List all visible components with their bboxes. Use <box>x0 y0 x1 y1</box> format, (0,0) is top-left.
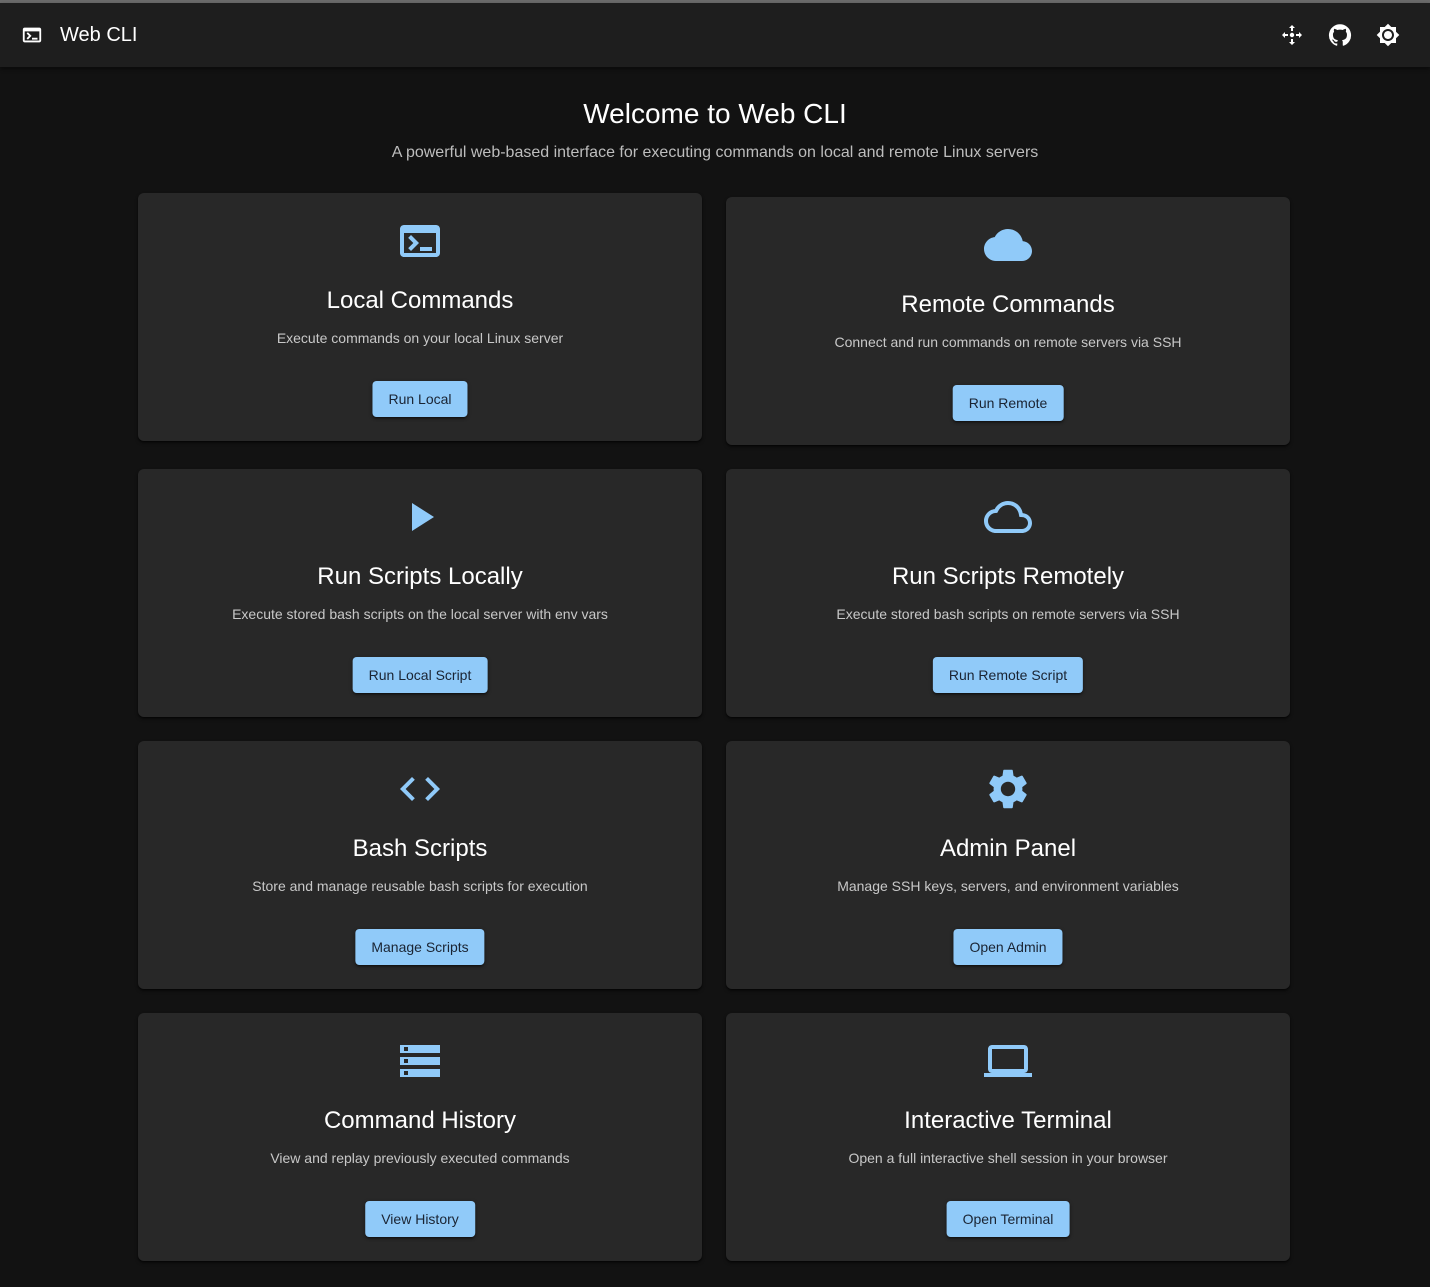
open-terminal-button[interactable]: Open Terminal <box>946 1201 1070 1237</box>
cloud-icon <box>984 221 1032 269</box>
card-title: Remote Commands <box>901 291 1115 318</box>
run-remote-button[interactable]: Run Remote <box>952 385 1064 421</box>
card-description: Connect and run commands on remote serve… <box>834 334 1182 350</box>
admin-panel-card: Admin Panel Manage SSH keys, servers, an… <box>726 741 1290 989</box>
run-scripts-locally-card: Run Scripts Locally Execute stored bash … <box>138 469 702 717</box>
arrows-move-icon <box>1280 23 1304 47</box>
page-title: Welcome to Web CLI <box>583 98 847 129</box>
card-description: Execute stored bash scripts on the local… <box>232 606 608 622</box>
run-scripts-remotely-card: Run Scripts Remotely Execute stored bash… <box>726 469 1290 717</box>
card-title: Run Scripts Remotely <box>891 563 1125 590</box>
card-title: Bash Scripts <box>352 835 488 862</box>
run-local-button[interactable]: Run Local <box>372 381 468 417</box>
run-remote-script-button[interactable]: Run Remote Script <box>932 657 1084 693</box>
card-title: Run Scripts Locally <box>317 563 523 590</box>
command-history-card: Command History View and replay previous… <box>138 1013 702 1261</box>
card-description: View and replay previously executed comm… <box>270 1150 570 1166</box>
github-icon <box>1328 23 1352 47</box>
theme-toggle-button[interactable] <box>1368 15 1408 55</box>
card-title: Interactive Terminal <box>904 1107 1112 1134</box>
storage-list-icon <box>396 1037 444 1085</box>
card-title: Admin Panel <box>939 835 1077 862</box>
github-icon-button[interactable] <box>1320 15 1360 55</box>
gear-icon <box>984 765 1032 813</box>
card-description: Store and manage reusable bash scripts f… <box>252 878 588 894</box>
card-description: Execute stored bash scripts on remote se… <box>836 606 1180 622</box>
laptop-icon <box>984 1037 1032 1085</box>
interactive-terminal-card: Interactive Terminal Open a full interac… <box>726 1013 1290 1261</box>
bash-scripts-card: Bash Scripts Store and manage reusable b… <box>138 741 702 989</box>
app-bar: Web CLI <box>0 3 1430 67</box>
page-subtitle: A powerful web-based interface for execu… <box>391 144 1039 161</box>
remote-commands-card: Remote Commands Connect and run commands… <box>726 197 1290 445</box>
play-icon <box>396 493 444 541</box>
move-icon-button[interactable] <box>1272 15 1312 55</box>
terminal-icon <box>21 23 43 47</box>
run-local-script-button[interactable]: Run Local Script <box>352 657 488 693</box>
app-title: Web CLI <box>60 24 138 46</box>
code-icon <box>396 765 444 813</box>
brightness-icon <box>1376 23 1400 47</box>
card-title: Local Commands <box>326 287 514 314</box>
view-history-button[interactable]: View History <box>365 1201 475 1237</box>
card-description: Execute commands on your local Linux ser… <box>276 330 564 346</box>
open-admin-button[interactable]: Open Admin <box>953 929 1063 965</box>
cloud-outline-icon <box>984 493 1032 541</box>
terminal-icon <box>396 217 444 265</box>
manage-scripts-button[interactable]: Manage Scripts <box>355 929 485 965</box>
card-description: Manage SSH keys, servers, and environmen… <box>837 878 1179 894</box>
local-commands-card: Local Commands Execute commands on your … <box>138 193 702 441</box>
card-description: Open a full interactive shell session in… <box>848 1150 1168 1166</box>
card-title: Command History <box>323 1107 517 1134</box>
